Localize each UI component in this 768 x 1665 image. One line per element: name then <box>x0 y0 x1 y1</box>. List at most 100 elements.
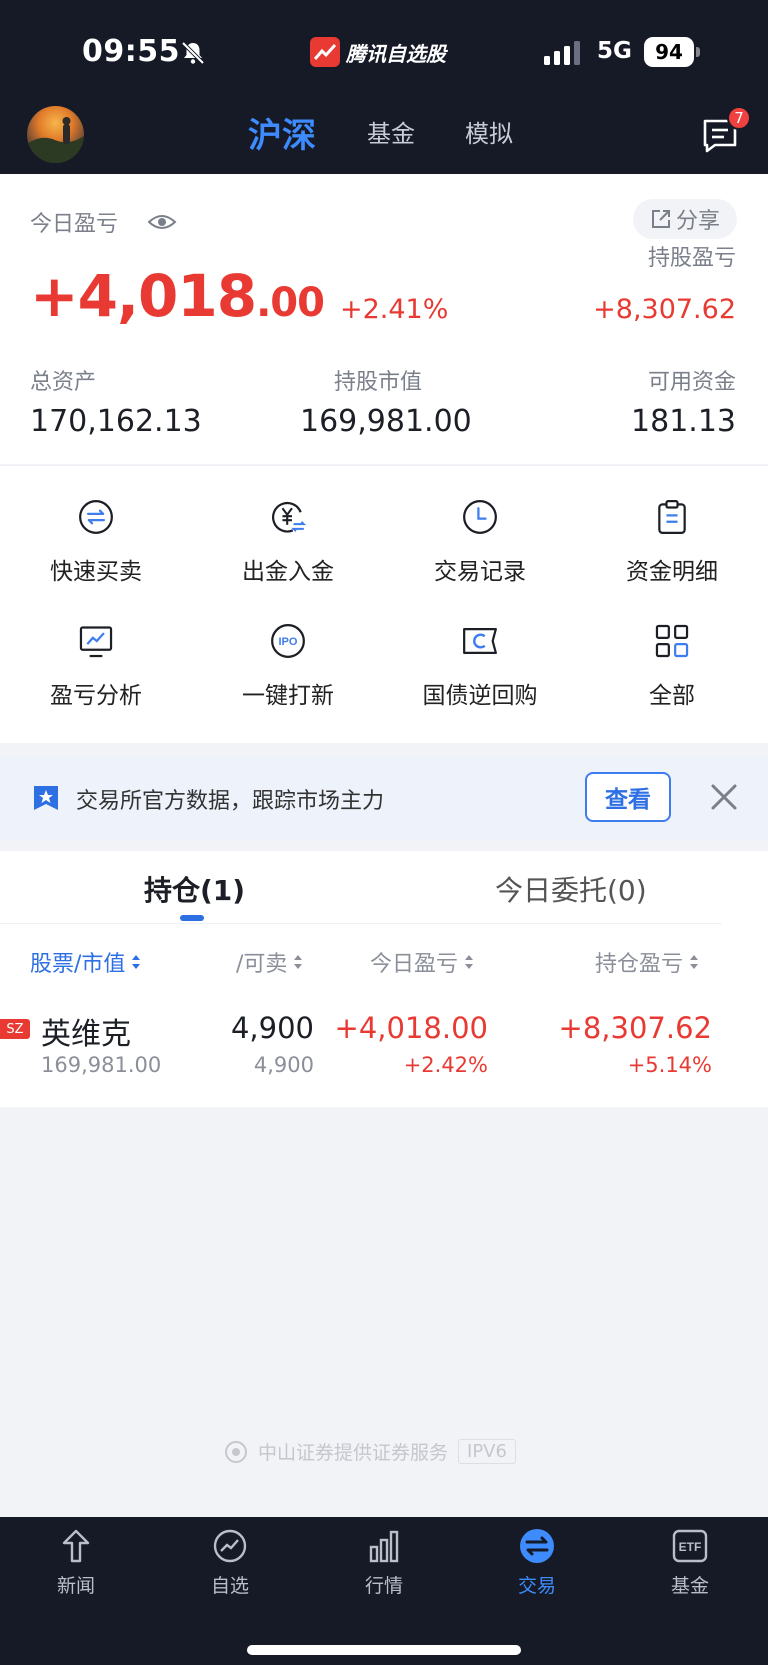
market-value-label: 持股市值 <box>334 370 423 395</box>
pl-analysis-button[interactable]: 盈亏分析 <box>0 590 192 710</box>
tab-today-orders[interactable]: 今日委托(0) <box>495 869 647 909</box>
status-time: 09:55 <box>82 34 180 69</box>
account-summary: 今日盈亏 分享 持股盈亏 +4,018.00 +2.41% +8,307.62 … <box>0 174 768 464</box>
avatar[interactable] <box>27 106 84 163</box>
bottom-tab-label: 基金 <box>670 1575 709 1597</box>
network-type: 5G <box>597 38 632 64</box>
clipboard-icon <box>658 500 686 534</box>
tab-simulation[interactable]: 模拟 <box>465 114 513 149</box>
share-button[interactable]: 分享 <box>633 199 737 239</box>
trade-records-button[interactable]: 交易记录 <box>384 466 576 586</box>
svg-text:IPO: IPO <box>278 636 297 648</box>
eye-icon[interactable] <box>147 212 177 232</box>
table-row[interactable]: SZ 英维克 169,981.00 4,900 4,900 +4,018.00 … <box>0 987 722 1107</box>
today-pl-value: +4,018.00 <box>30 262 325 330</box>
stock-qty: 4,900 <box>230 1011 314 1045</box>
col-label: 股票/市值 <box>30 952 126 977</box>
function-label: 资金明细 <box>626 559 718 585</box>
watchlist-icon <box>213 1529 247 1563</box>
bottom-tab-market[interactable]: 行情 <box>324 1527 444 1598</box>
share-icon <box>651 210 670 228</box>
tab-positions[interactable]: 持仓(1) <box>144 869 245 909</box>
quick-trade-button[interactable]: 快速买卖 <box>0 466 192 586</box>
fund-details-button[interactable]: 资金明细 <box>576 466 768 586</box>
swap-icon <box>79 500 113 534</box>
tab-fund[interactable]: 基金 <box>367 114 415 149</box>
function-label: 交易记录 <box>434 559 526 585</box>
top-nav: 沪深 基金 模拟 7 <box>0 100 768 174</box>
battery-icon: 94 <box>644 37 700 67</box>
stock-holding-pl: +8,307.62 <box>558 1011 712 1045</box>
function-label: 国债逆回购 <box>422 683 538 709</box>
today-pl-dec: .00 <box>256 280 325 326</box>
silent-bell-icon <box>181 41 205 65</box>
star-bookmark-icon <box>34 786 58 810</box>
close-icon[interactable] <box>710 783 738 811</box>
chart-monitor-icon <box>79 626 113 658</box>
col-label: 持仓盈亏 <box>595 952 684 977</box>
share-label: 分享 <box>675 209 720 234</box>
col-holding-pl[interactable]: 持仓盈亏 <box>595 946 699 978</box>
stock-name: 英维克 <box>41 1017 131 1052</box>
top-header: 09:55 腾讯自选股 5G 94 沪深 基金 模拟 7 <box>0 0 768 174</box>
bottom-tab-watchlist[interactable]: 自选 <box>170 1527 290 1598</box>
app-name: 腾讯自选股 <box>346 41 446 66</box>
ipo-subscribe-button[interactable]: IPO 一键打新 <box>192 590 384 710</box>
grid-icon <box>655 624 689 658</box>
bottom-tab-bar: 新闻 自选 行情 交易 ETF 基金 <box>0 1517 768 1665</box>
app-return-banner[interactable]: 腾讯自选股 <box>310 36 446 68</box>
battery-level: 94 <box>644 37 694 67</box>
total-assets-value: 170,162.13 <box>30 404 202 439</box>
stock-holding-pl-pct: +5.14% <box>627 1053 712 1077</box>
broker-logo-icon <box>225 1440 247 1463</box>
total-assets-label: 总资产 <box>30 370 97 395</box>
bottom-tab-trade[interactable]: 交易 <box>477 1527 597 1598</box>
news-icon <box>62 1529 90 1563</box>
function-label: 出金入金 <box>242 559 334 585</box>
trade-icon <box>520 1529 554 1563</box>
ipo-icon: IPO <box>271 624 305 658</box>
ipv6-tag: IPV6 <box>458 1439 516 1464</box>
bottom-tab-fund[interactable]: ETF 基金 <box>630 1527 750 1598</box>
clock-icon <box>463 500 497 534</box>
yuan-transfer-icon <box>271 501 307 533</box>
stock-today-pl: +4,018.00 <box>334 1011 488 1045</box>
sort-icon <box>465 955 474 969</box>
promo-banner[interactable]: 交易所官方数据，跟踪市场主力 查看 <box>0 757 768 839</box>
col-label: /可卖 <box>236 952 288 977</box>
sort-icon <box>132 955 141 969</box>
function-label: 快速买卖 <box>50 559 142 585</box>
deposit-withdraw-button[interactable]: 出金入金 <box>192 466 384 586</box>
market-value-value: 169,981.00 <box>300 404 472 439</box>
today-pl-label: 今日盈亏 <box>30 212 119 237</box>
promo-view-button[interactable]: 查看 <box>585 772 671 822</box>
holding-pl-value: +8,307.62 <box>593 294 736 325</box>
status-bar: 09:55 腾讯自选股 5G 94 <box>0 0 768 100</box>
available-value: 181.13 <box>631 404 736 439</box>
function-label: 一键打新 <box>242 683 334 709</box>
function-grid: 快速买卖 出金入金 交易记录 资金明细 盈亏分析 IPO 一键打新 国债逆回购 … <box>0 465 768 743</box>
broker-note: 中山证券提供证券服务 IPV6 <box>224 1438 516 1465</box>
bottom-tab-news[interactable]: 新闻 <box>16 1527 136 1598</box>
market-badge: SZ <box>0 1019 30 1039</box>
broker-note-text: 中山证券提供证券服务 <box>258 1442 449 1464</box>
function-label: 全部 <box>649 683 695 709</box>
reverse-repo-button[interactable]: 国债逆回购 <box>384 590 576 710</box>
sort-icon <box>690 955 699 969</box>
col-stock-mv[interactable]: 股票/市值 <box>30 946 141 978</box>
col-today-pl[interactable]: 今日盈亏 <box>370 946 474 978</box>
signal-icon <box>544 41 580 65</box>
bottom-tab-label: 交易 <box>517 1575 556 1597</box>
tab-hushen[interactable]: 沪深 <box>248 108 316 157</box>
promo-text: 交易所官方数据，跟踪市场主力 <box>76 789 385 814</box>
col-qty[interactable]: /可卖 <box>236 946 303 978</box>
home-indicator[interactable] <box>247 1645 521 1655</box>
available-label: 可用资金 <box>647 370 736 395</box>
bottom-tab-label: 行情 <box>364 1575 403 1597</box>
bottom-tab-label: 自选 <box>210 1575 249 1597</box>
today-pl-pct: +2.41% <box>340 294 449 325</box>
all-functions-button[interactable]: 全部 <box>576 590 768 710</box>
holding-pl-label: 持股盈亏 <box>647 246 736 271</box>
svg-text:ETF: ETF <box>679 1540 702 1554</box>
stock-sellable: 4,900 <box>253 1053 314 1077</box>
